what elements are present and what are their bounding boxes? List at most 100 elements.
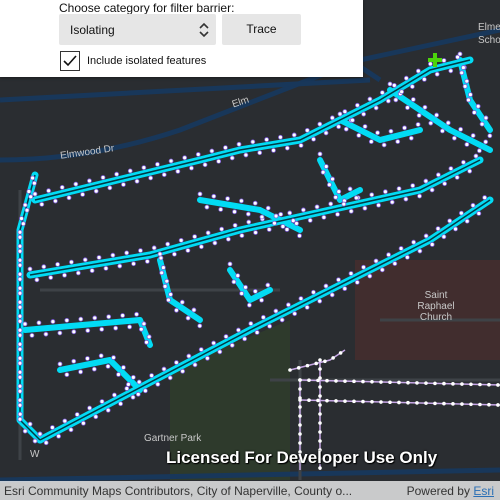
device-point[interactable] [227,261,233,267]
device-point[interactable] [117,263,123,269]
untraced-device-point[interactable] [370,399,374,404]
untraced-device-point[interactable] [305,363,310,368]
device-point[interactable] [121,365,126,370]
device-point[interactable] [17,276,23,282]
device-point[interactable] [225,236,231,242]
device-point[interactable] [198,347,204,352]
device-point[interactable] [57,361,63,367]
untraced-device-point[interactable] [397,380,401,385]
device-point[interactable] [164,278,170,284]
device-point[interactable] [466,97,471,103]
device-point[interactable] [475,103,481,109]
untraced-device-point[interactable] [424,381,428,385]
device-point[interactable] [468,92,473,98]
device-point[interactable] [17,332,23,338]
device-point[interactable] [427,61,433,67]
device-point[interactable] [335,211,340,217]
device-point[interactable] [32,191,38,197]
untraced-device-point[interactable] [460,382,464,386]
device-point[interactable] [17,341,23,347]
device-point[interactable] [347,186,353,192]
device-point[interactable] [464,142,470,147]
device-point[interactable] [239,233,245,238]
device-point[interactable] [429,242,435,247]
device-point[interactable] [167,375,173,381]
device-point[interactable] [415,122,421,127]
device-point[interactable] [373,258,379,264]
device-point[interactable] [321,214,327,220]
untraced-device-point[interactable] [406,380,410,385]
untraced-device-point[interactable] [288,368,292,372]
device-point[interactable] [326,182,332,188]
device-point[interactable] [462,83,468,89]
device-point[interactable] [66,195,72,201]
device-point[interactable] [399,89,405,95]
device-point[interactable] [64,372,70,378]
device-point[interactable] [98,353,104,359]
untraced-device-point[interactable] [298,405,302,409]
device-point[interactable] [17,229,23,235]
untraced-device-point[interactable] [318,421,322,425]
device-point[interactable] [453,226,458,232]
untraced-device-point[interactable] [388,400,392,405]
device-point[interactable] [320,169,326,175]
device-point[interactable] [179,299,185,305]
device-point[interactable] [457,51,463,57]
device-point[interactable] [273,308,279,314]
device-point[interactable] [403,196,409,202]
device-point[interactable] [264,137,270,142]
device-point[interactable] [460,65,466,70]
device-point[interactable] [395,139,401,144]
device-point[interactable] [212,240,218,246]
device-point[interactable] [473,153,479,159]
device-point[interactable] [391,82,397,88]
device-point[interactable] [106,314,112,320]
untraced-device-point[interactable] [318,358,322,362]
device-point[interactable] [223,334,229,339]
device-point[interactable] [375,130,380,136]
device-point[interactable] [148,175,154,181]
device-point[interactable] [470,133,476,138]
device-point[interactable] [17,262,23,268]
device-point[interactable] [71,329,77,335]
untraced-device-point[interactable] [379,380,383,384]
device-point[interactable] [362,205,368,211]
device-point[interactable] [50,319,56,324]
device-point[interactable] [330,176,335,182]
device-point[interactable] [278,134,283,140]
device-point[interactable] [209,148,215,154]
device-point[interactable] [135,391,141,397]
device-point[interactable] [459,70,465,76]
device-point[interactable] [350,117,355,123]
untraced-device-point[interactable] [325,378,329,383]
device-point[interactable] [225,196,231,202]
device-point[interactable] [127,324,133,330]
device-point[interactable] [361,111,367,117]
device-point[interactable] [143,388,148,394]
device-point[interactable] [81,420,86,426]
device-point[interactable] [202,162,208,168]
untraced-device-point[interactable] [318,403,322,407]
device-point[interactable] [22,321,28,327]
untraced-device-point[interactable] [496,403,500,407]
device-point[interactable] [245,211,251,217]
device-point[interactable] [131,261,136,267]
device-point[interactable] [17,318,23,324]
device-point[interactable] [373,105,379,111]
device-point[interactable] [381,142,387,148]
device-point[interactable] [99,326,105,332]
device-point[interactable] [385,98,391,104]
device-point[interactable] [91,366,97,372]
device-point[interactable] [29,332,35,338]
device-point[interactable] [223,145,228,151]
device-point[interactable] [17,374,23,380]
device-point[interactable] [236,327,241,333]
device-point[interactable] [174,360,179,365]
device-point[interactable] [105,407,111,413]
device-point[interactable] [367,273,373,279]
device-point[interactable] [111,355,116,360]
device-point[interactable] [265,205,271,211]
device-point[interactable] [166,297,171,303]
device-point[interactable] [146,334,152,340]
device-point[interactable] [410,97,416,102]
